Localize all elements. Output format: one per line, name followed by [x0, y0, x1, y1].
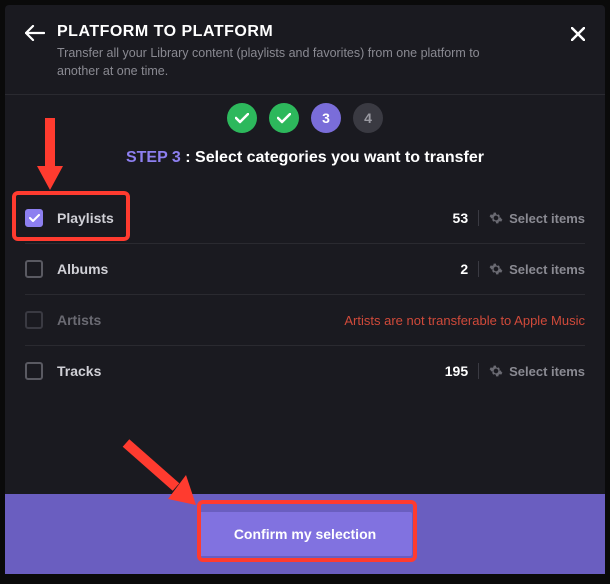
checkbox-playlists[interactable] — [25, 209, 43, 227]
category-error: Artists are not transferable to Apple Mu… — [344, 313, 585, 328]
close-icon[interactable] — [571, 25, 585, 46]
checkbox-artists — [25, 311, 43, 329]
back-arrow-icon[interactable] — [25, 25, 45, 46]
step-2-done[interactable] — [269, 103, 299, 133]
category-label: Artists — [57, 312, 344, 328]
modal-header: PLATFORM TO PLATFORM Transfer all your L… — [5, 5, 605, 95]
step-1-done[interactable] — [227, 103, 257, 133]
select-items-link[interactable]: Select items — [509, 211, 585, 226]
gear-icon — [489, 262, 503, 276]
divider — [478, 210, 479, 226]
step-3-current[interactable]: 3 — [311, 103, 341, 133]
category-label: Playlists — [57, 210, 453, 226]
checkbox-albums[interactable] — [25, 260, 43, 278]
category-count: 53 — [453, 210, 469, 226]
modal-subtitle: Transfer all your Library content (playl… — [57, 45, 517, 80]
category-row-playlists: Playlists 53 Select items — [25, 193, 585, 244]
category-row-tracks: Tracks 195 Select items — [25, 346, 585, 396]
select-items-link[interactable]: Select items — [509, 262, 585, 277]
checkbox-tracks[interactable] — [25, 362, 43, 380]
divider — [478, 261, 479, 277]
category-row-albums: Albums 2 Select items — [25, 244, 585, 295]
category-label: Tracks — [57, 363, 445, 379]
modal-footer: Confirm my selection — [5, 494, 605, 574]
step-4-pending: 4 — [353, 103, 383, 133]
category-label: Albums — [57, 261, 460, 277]
category-list: Playlists 53 Select items Albums 2 Selec… — [5, 193, 605, 494]
category-row-artists: Artists Artists are not transferable to … — [25, 295, 585, 346]
gear-icon — [489, 364, 503, 378]
step-number-label: STEP 3 — [126, 149, 181, 166]
transfer-modal: PLATFORM TO PLATFORM Transfer all your L… — [5, 5, 605, 574]
confirm-selection-button[interactable]: Confirm my selection — [198, 512, 412, 556]
divider — [478, 363, 479, 379]
select-items-link[interactable]: Select items — [509, 364, 585, 379]
step-heading: STEP 3 : Select categories you want to t… — [5, 145, 605, 193]
gear-icon — [489, 211, 503, 225]
category-count: 2 — [460, 261, 468, 277]
modal-title: PLATFORM TO PLATFORM — [57, 23, 571, 41]
stepper: 3 4 — [5, 95, 605, 145]
step-description: : Select categories you want to transfer — [181, 149, 484, 166]
category-count: 195 — [445, 363, 468, 379]
